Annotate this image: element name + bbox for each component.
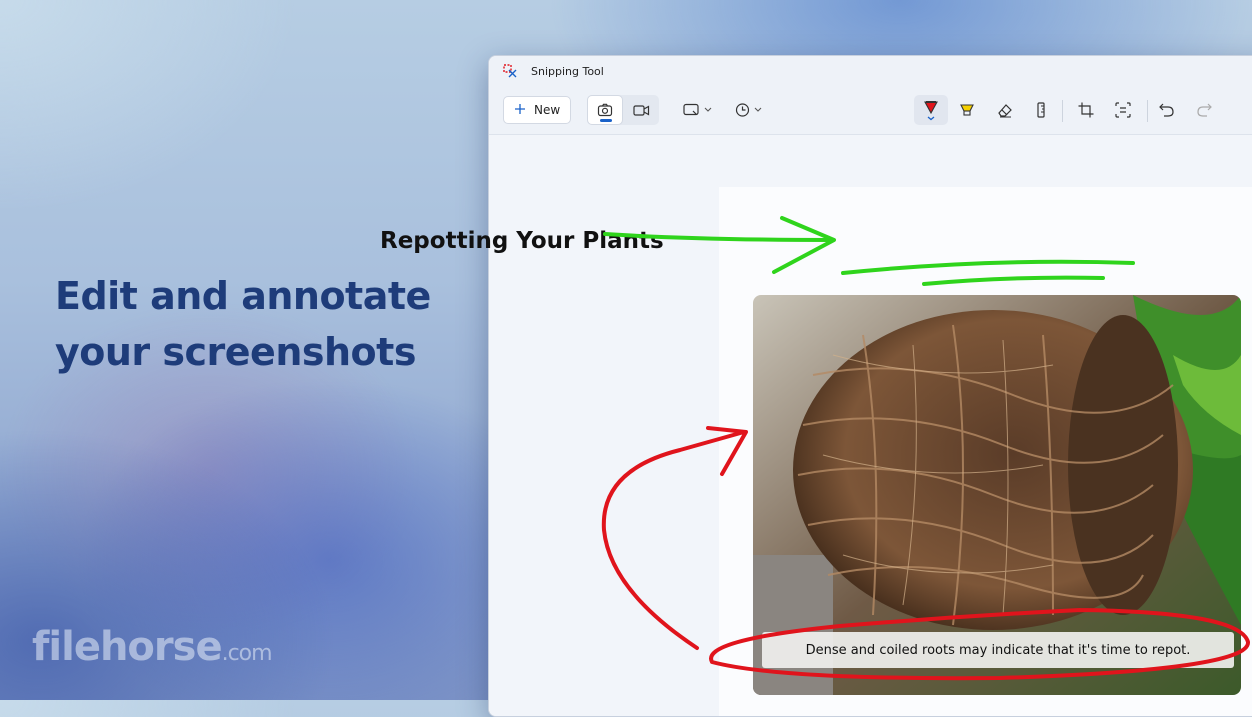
annotation-ink-layer xyxy=(601,216,1250,681)
green-underline-annotation xyxy=(841,259,1135,275)
red-circle-annotation xyxy=(709,608,1250,681)
green-arrow-annotation xyxy=(603,216,836,274)
green-underline-annotation xyxy=(922,275,1105,286)
red-arrow-annotation xyxy=(601,426,748,650)
